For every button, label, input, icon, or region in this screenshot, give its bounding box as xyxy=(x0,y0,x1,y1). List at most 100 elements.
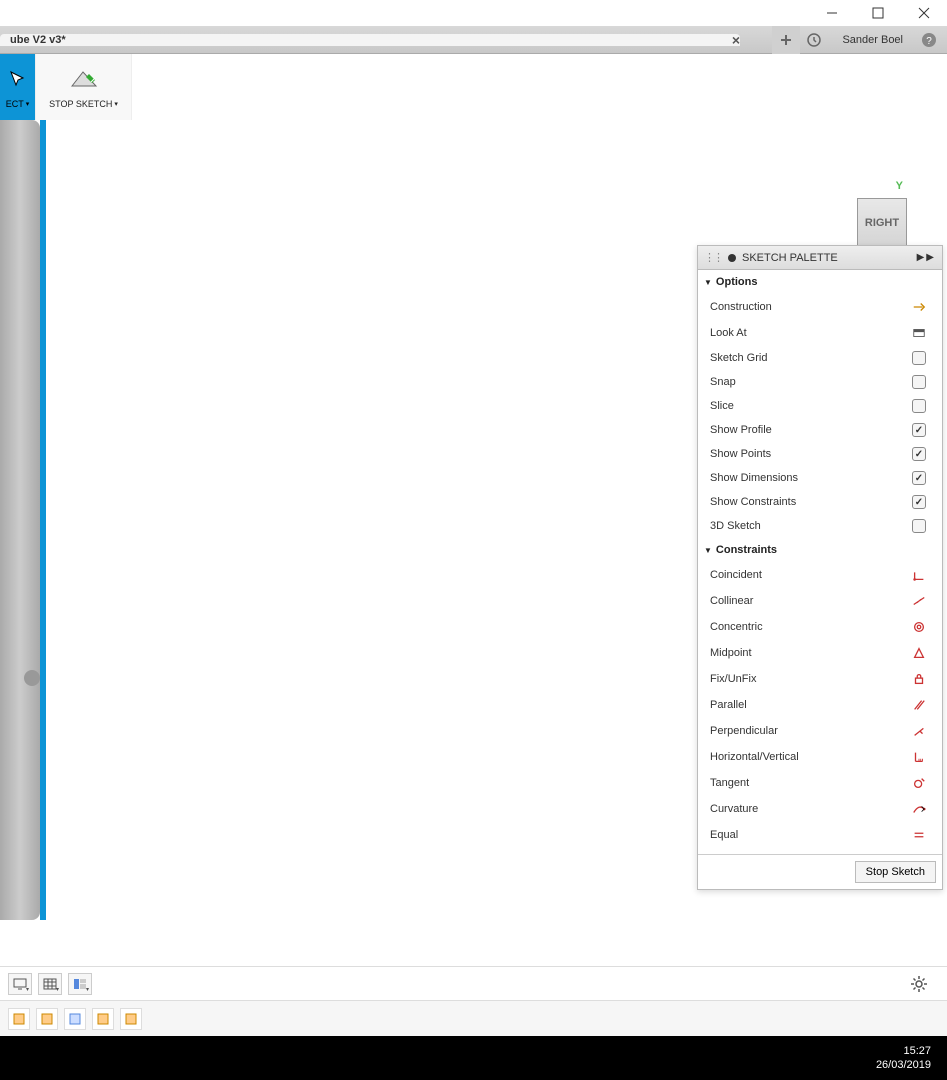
timeline-item[interactable] xyxy=(36,1008,58,1030)
new-tab-button[interactable] xyxy=(772,26,800,54)
grip-icon[interactable]: ⋮⋮ xyxy=(704,251,722,264)
option-row: Show Profile xyxy=(698,418,942,442)
option-label: Show Points xyxy=(710,448,908,460)
gear-icon xyxy=(909,974,929,994)
checkbox[interactable] xyxy=(912,375,926,389)
parallel-icon[interactable] xyxy=(911,697,927,713)
recent-button[interactable] xyxy=(800,26,828,54)
stop-sketch-tool[interactable]: STOP SKETCH xyxy=(36,54,132,120)
sketch-edge[interactable] xyxy=(40,120,46,920)
constraint-label: Horizontal/Vertical xyxy=(710,751,908,763)
timeline[interactable] xyxy=(0,1000,947,1036)
axis-y-label: Y xyxy=(896,180,903,192)
cursor-icon xyxy=(8,70,28,90)
constraint-row: Horizontal/Vertical xyxy=(698,744,942,770)
checkbox[interactable] xyxy=(912,447,926,461)
checkbox[interactable] xyxy=(912,423,926,437)
option-label: Show Profile xyxy=(710,424,908,436)
tangent-icon[interactable] xyxy=(911,775,927,791)
midpoint-icon[interactable] xyxy=(911,645,927,661)
option-label: Construction xyxy=(710,301,908,313)
timeline-item[interactable] xyxy=(8,1008,30,1030)
construction-icon[interactable] xyxy=(911,299,927,315)
model-body[interactable] xyxy=(0,120,40,920)
option-label: Look At xyxy=(710,327,908,339)
option-row: Show Constraints xyxy=(698,490,942,514)
minimize-button[interactable] xyxy=(809,0,855,26)
document-title: ube V2 v3* xyxy=(10,34,66,46)
collinear-icon[interactable] xyxy=(911,593,927,609)
curvature-icon[interactable] xyxy=(911,801,927,817)
checkbox[interactable] xyxy=(912,351,926,365)
feature-icon xyxy=(12,1012,26,1026)
viewcube-face[interactable]: RIGHT xyxy=(857,198,907,248)
constraint-row: Parallel xyxy=(698,692,942,718)
option-row: Sketch Grid xyxy=(698,346,942,370)
feature-icon xyxy=(68,1012,82,1026)
display-mode-button[interactable] xyxy=(8,973,32,995)
expand-icon[interactable]: ▶▶ xyxy=(917,252,936,263)
tab-close-icon[interactable]: × xyxy=(732,32,740,48)
constraint-row: Perpendicular xyxy=(698,718,942,744)
constraint-label: Perpendicular xyxy=(710,725,908,737)
clock-date: 26/03/2019 xyxy=(876,1058,931,1072)
help-button[interactable]: ? xyxy=(917,28,941,52)
option-row: Show Points xyxy=(698,442,942,466)
display-toolbar xyxy=(0,966,947,1000)
constraint-row: Coincident xyxy=(698,562,942,588)
constraint-label: Midpoint xyxy=(710,647,908,659)
viewport-layout-button[interactable] xyxy=(68,973,92,995)
constraint-row: Fix/UnFix xyxy=(698,666,942,692)
system-taskbar: 15:27 26/03/2019 xyxy=(0,1036,947,1080)
option-row: Construction xyxy=(698,294,942,320)
constraint-row: Midpoint xyxy=(698,640,942,666)
constraint-label: Parallel xyxy=(710,699,908,711)
constraint-row: Tangent xyxy=(698,770,942,796)
system-clock[interactable]: 15:27 26/03/2019 xyxy=(876,1044,931,1072)
checkbox[interactable] xyxy=(912,471,926,485)
grid-icon xyxy=(43,978,57,990)
constraint-label: Coincident xyxy=(710,569,908,581)
monitor-icon xyxy=(13,978,27,990)
grid-button[interactable] xyxy=(38,973,62,995)
document-tabbar: ube V2 v3* × Sander Boel ? xyxy=(0,26,947,54)
timeline-item[interactable] xyxy=(120,1008,142,1030)
concentric-icon[interactable] xyxy=(911,619,927,635)
timeline-item[interactable] xyxy=(92,1008,114,1030)
checkbox[interactable] xyxy=(912,519,926,533)
checkbox[interactable] xyxy=(912,399,926,413)
settings-button[interactable] xyxy=(909,974,929,994)
option-label: Show Constraints xyxy=(710,496,908,508)
stop-sketch-button[interactable]: Stop Sketch xyxy=(855,861,936,883)
collapse-icon[interactable] xyxy=(728,254,736,262)
constraint-label: Equal xyxy=(710,829,908,841)
option-row: Look At xyxy=(698,320,942,346)
constraint-label: Tangent xyxy=(710,777,908,789)
svg-text:?: ? xyxy=(926,36,932,47)
document-tab[interactable]: ube V2 v3* × xyxy=(0,34,740,46)
equal-icon[interactable] xyxy=(911,827,927,843)
checkbox[interactable] xyxy=(912,495,926,509)
option-label: Slice xyxy=(710,400,908,412)
username-label[interactable]: Sander Boel xyxy=(828,34,917,46)
timeline-item[interactable] xyxy=(64,1008,86,1030)
feature-icon xyxy=(40,1012,54,1026)
origin-marker[interactable] xyxy=(24,670,40,686)
maximize-button[interactable] xyxy=(855,0,901,26)
coincident-icon[interactable] xyxy=(911,567,927,583)
constraint-row: Concentric xyxy=(698,614,942,640)
select-tool[interactable]: ECT xyxy=(0,54,36,120)
window-titlebar xyxy=(0,0,947,26)
palette-header[interactable]: ⋮⋮ SKETCH PALETTE ▶▶ xyxy=(698,246,942,270)
palette-body: Options Construction Look At Sketch Grid Sn… xyxy=(698,270,942,854)
select-tool-label: ECT xyxy=(6,99,30,109)
constraints-section-header[interactable]: Constraints xyxy=(698,538,942,562)
option-row: 3D Sketch xyxy=(698,514,942,538)
hv-icon[interactable] xyxy=(911,749,927,765)
option-label: Snap xyxy=(710,376,908,388)
options-section-header[interactable]: Options xyxy=(698,270,942,294)
perpendicular-icon[interactable] xyxy=(911,723,927,739)
close-button[interactable] xyxy=(901,0,947,26)
fix-icon[interactable] xyxy=(911,671,927,687)
lookat-icon[interactable] xyxy=(911,325,927,341)
